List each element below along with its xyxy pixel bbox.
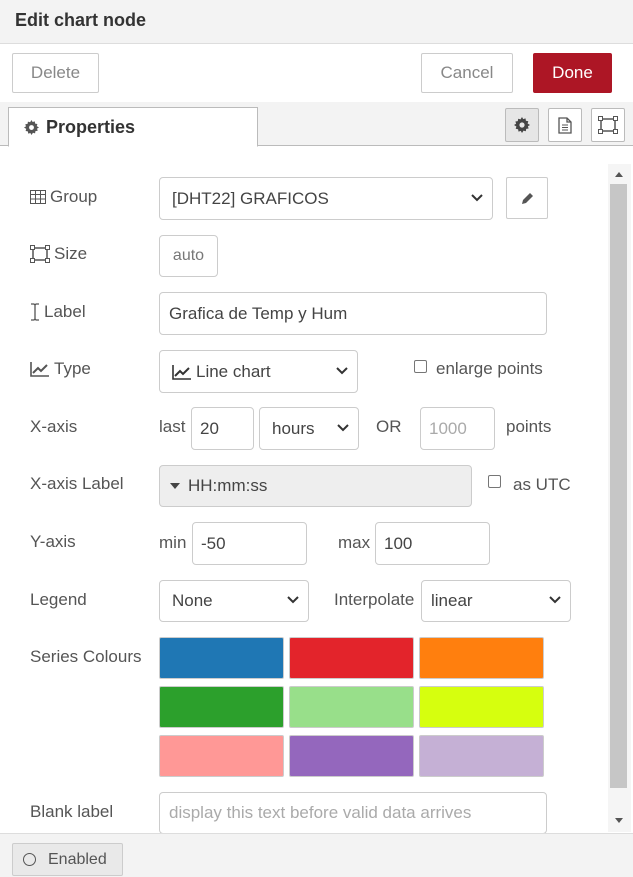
size-label: Size	[30, 244, 87, 264]
scroll-down-icon[interactable]	[615, 818, 623, 823]
text-cursor-icon	[31, 303, 39, 321]
scrollbar-thumb[interactable]	[610, 184, 627, 788]
group-select[interactable]: [DHT22] GRAFICOS	[159, 177, 493, 220]
tab-node-properties[interactable]	[505, 108, 539, 142]
as-utc-label: as UTC	[513, 475, 571, 494]
blank-label-input[interactable]: display this text before valid data arri…	[159, 792, 547, 834]
series-colour-swatch[interactable]	[159, 637, 284, 679]
dialog-footer: Enabled	[0, 833, 633, 877]
series-colour-swatch[interactable]	[159, 686, 284, 728]
enlarge-points-checkbox[interactable]	[414, 360, 427, 373]
type-label: Type	[30, 359, 91, 379]
blank-label: Blank label	[30, 802, 114, 821]
xaxis-last-label: last	[159, 417, 186, 436]
group-label-text: Group	[50, 187, 98, 206]
edit-group-button[interactable]	[506, 177, 548, 219]
xaxis-unit-value: hours	[272, 418, 315, 438]
label-label: Label	[30, 302, 86, 322]
line-chart-icon	[30, 362, 49, 377]
xaxis-format-value: HH:mm:ss	[188, 476, 268, 495]
label-input[interactable]: Grafica de Temp y Hum	[159, 292, 547, 335]
size-label-text: Size	[54, 244, 88, 263]
chevron-down-icon	[287, 596, 299, 604]
yaxis-max-input[interactable]: 100	[375, 522, 490, 565]
chevron-down-icon	[471, 193, 483, 201]
series-colour-swatch[interactable]	[419, 686, 544, 728]
gear-icon	[514, 117, 530, 133]
tab-appearance[interactable]	[591, 108, 625, 142]
series-colour-swatch[interactable]	[159, 735, 284, 777]
xaxis-points-label: points	[506, 417, 552, 436]
as-utc-checkbox[interactable]	[488, 475, 501, 488]
group-select-value: [DHT22] GRAFICOS	[172, 188, 329, 208]
done-button[interactable]: Done	[533, 53, 612, 93]
legend-select-value: None	[172, 591, 213, 610]
enabled-toggle[interactable]: Enabled	[12, 843, 123, 876]
type-select[interactable]: Line chart	[159, 350, 358, 393]
circle-icon	[23, 853, 36, 866]
chevron-down-icon	[336, 366, 348, 374]
chevron-down-icon	[337, 423, 349, 431]
pencil-icon	[521, 192, 533, 204]
interpolate-select[interactable]: linear	[421, 580, 571, 622]
document-icon	[558, 116, 572, 134]
line-chart-icon	[172, 364, 191, 380]
enabled-label: Enabled	[48, 850, 107, 868]
type-select-value: Line chart	[196, 361, 271, 381]
interpolate-label: Interpolate	[334, 590, 415, 609]
series-colours-label: Series Colours	[30, 647, 142, 666]
table-icon	[30, 190, 46, 204]
xaxis-format-label: X-axis Label	[30, 474, 124, 493]
chevron-down-icon	[549, 596, 561, 604]
cancel-button[interactable]: Cancel	[421, 53, 513, 93]
size-button[interactable]: auto	[159, 235, 218, 277]
series-colour-swatch[interactable]	[419, 735, 544, 777]
caret-down-icon	[170, 483, 180, 489]
series-colour-swatch[interactable]	[289, 735, 414, 777]
group-label: Group	[30, 187, 97, 207]
xaxis-format-input[interactable]: HH:mm:ss	[159, 465, 472, 507]
tab-properties-label: Properties	[46, 116, 136, 137]
interpolate-select-value: linear	[431, 591, 473, 610]
scroll-up-icon[interactable]	[615, 172, 623, 177]
xaxis-label: X-axis	[30, 417, 78, 436]
type-label-text: Type	[54, 359, 91, 378]
yaxis-max-label: max	[338, 533, 371, 552]
frame-icon	[30, 245, 50, 263]
dialog-title: Edit chart node	[15, 10, 147, 30]
series-colour-swatch[interactable]	[289, 686, 414, 728]
series-colour-swatch[interactable]	[289, 637, 414, 679]
frame-icon	[598, 116, 618, 134]
dialog-header: Edit chart node	[0, 0, 633, 44]
delete-button[interactable]: Delete	[12, 53, 99, 93]
tab-description[interactable]	[548, 108, 582, 142]
xaxis-or-label: OR	[376, 417, 402, 436]
yaxis-min-input[interactable]: -50	[192, 522, 307, 565]
yaxis-min-label: min	[159, 533, 187, 552]
tab-properties[interactable]: Properties	[8, 107, 258, 147]
gear-icon	[24, 119, 39, 135]
xaxis-unit-select[interactable]: hours	[259, 407, 359, 450]
xaxis-last-input[interactable]: 20	[191, 407, 254, 450]
label-label-text: Label	[44, 302, 86, 321]
enlarge-points-label: enlarge points	[436, 359, 543, 378]
yaxis-label: Y-axis	[30, 532, 76, 551]
scrollbar[interactable]	[608, 164, 631, 832]
series-colour-swatch[interactable]	[419, 637, 544, 679]
legend-label: Legend	[30, 590, 87, 609]
legend-select[interactable]: None	[159, 580, 309, 622]
xaxis-points-input[interactable]: 1000	[420, 407, 495, 450]
